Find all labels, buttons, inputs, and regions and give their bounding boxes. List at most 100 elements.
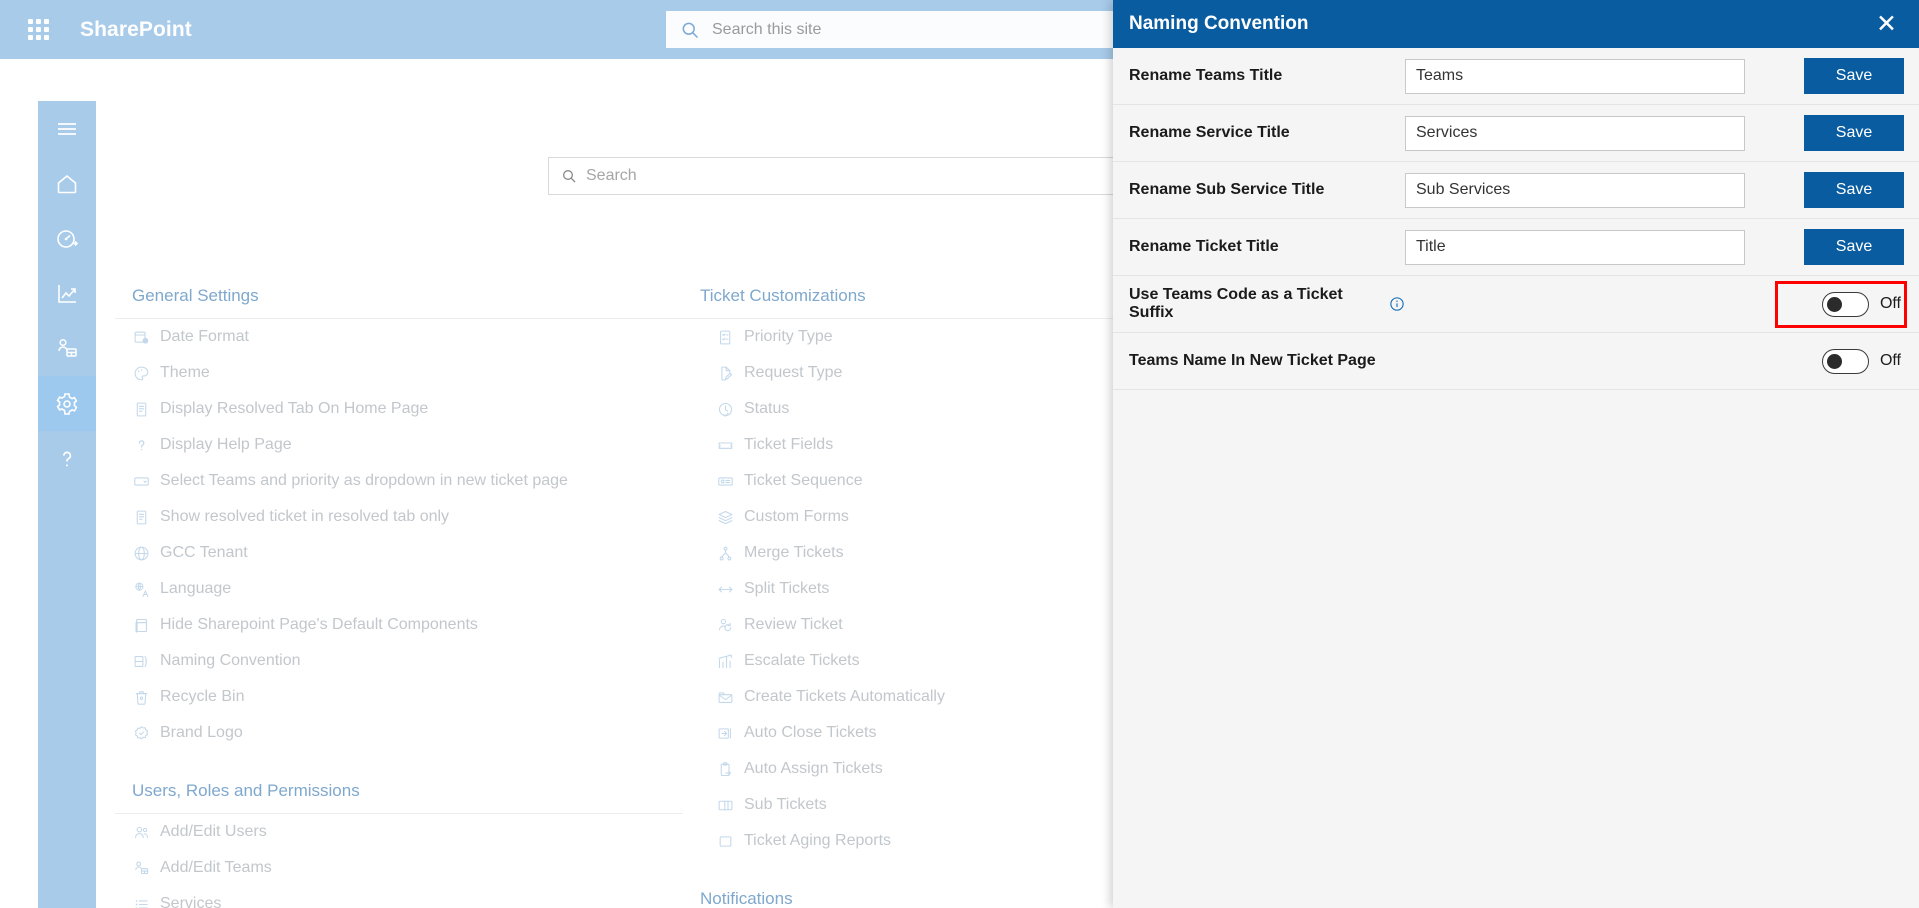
settings-item[interactable]: Auto Assign Tickets — [683, 751, 1153, 787]
settings-item-label: Request Type — [744, 364, 843, 381]
settings-item[interactable]: Create Tickets Automatically — [683, 679, 1153, 715]
settings-item[interactable]: Date Format — [115, 319, 683, 355]
panel-row-input[interactable] — [1405, 115, 1745, 151]
panel-row-label: Rename Sub Service Title — [1129, 181, 1405, 199]
panel-row-toggle-wrap: Off — [1821, 348, 1901, 374]
settings-item[interactable]: Naming Convention — [115, 643, 683, 679]
panel-row-input[interactable] — [1405, 58, 1745, 94]
panel-header: Naming Convention ✕ — [1113, 0, 1919, 48]
settings-item[interactable]: Sub Tickets — [683, 787, 1153, 823]
sidebar-item-dashboard[interactable] — [38, 211, 96, 266]
search-icon — [563, 170, 576, 183]
save-button[interactable]: Save — [1804, 229, 1904, 265]
toggle-knob — [1826, 353, 1842, 369]
dropdown-box-icon — [132, 472, 151, 491]
settings-item[interactable]: Auto Close Tickets — [683, 715, 1153, 751]
settings-item[interactable]: Display Resolved Tab On Home Page — [115, 391, 683, 427]
sharepoint-brand[interactable]: SharePoint — [80, 18, 192, 42]
mail-folder-icon — [716, 688, 735, 707]
settings-item-label: Split Tickets — [744, 580, 830, 597]
settings-item[interactable]: Priority Type — [683, 319, 1153, 355]
settings-item[interactable]: Hide Sharepoint Page's Default Component… — [115, 607, 683, 643]
settings-item-label: Status — [744, 400, 790, 417]
settings-item[interactable]: Select Teams and priority as dropdown in… — [115, 463, 683, 499]
panel-row-input[interactable] — [1405, 172, 1745, 208]
panel-row-label: Rename Service Title — [1129, 124, 1405, 142]
settings-item[interactable]: Ticket Fields — [683, 427, 1153, 463]
panel-row-input[interactable] — [1405, 229, 1745, 265]
settings-item-label: Add/Edit Teams — [160, 859, 272, 876]
sidebar-item-hamburger-menu[interactable] — [38, 101, 96, 156]
settings-item[interactable]: Review Ticket — [683, 607, 1153, 643]
settings-item-label: Select Teams and priority as dropdown in… — [160, 472, 568, 489]
save-button[interactable]: Save — [1804, 172, 1904, 208]
arrow-into-box-icon — [716, 724, 735, 743]
number-sequence-icon — [716, 472, 735, 491]
document-icon — [132, 400, 151, 419]
settings-item-label: Sub Tickets — [744, 796, 827, 813]
sidebar-item-home[interactable] — [38, 156, 96, 211]
settings-item[interactable]: Services — [115, 886, 683, 908]
ticket-icon — [716, 436, 735, 455]
settings-item[interactable]: GCC Tenant — [115, 535, 683, 571]
settings-item[interactable]: Ticket Sequence — [683, 463, 1153, 499]
panel-row-toggle-wrap: Off — [1821, 291, 1901, 317]
close-icon[interactable]: ✕ — [1872, 11, 1901, 37]
save-button[interactable]: Save — [1804, 115, 1904, 151]
line-chart-icon — [58, 284, 76, 303]
panel-row: Rename Service Title Save — [1113, 105, 1919, 162]
settings-group-title: Users, Roles and Permissions — [115, 781, 683, 814]
panel-row: Teams Name In New Ticket Page Off — [1113, 333, 1919, 390]
settings-item[interactable]: Custom Forms — [683, 499, 1153, 535]
settings-item[interactable]: Status — [683, 391, 1153, 427]
people-icon — [132, 823, 151, 842]
settings-item-label: Auto Close Tickets — [744, 724, 877, 741]
settings-item[interactable]: Language — [115, 571, 683, 607]
sidebar-item-teams[interactable] — [38, 321, 96, 376]
settings-item[interactable]: Add/Edit Users — [115, 814, 683, 850]
settings-item[interactable]: Merge Tickets — [683, 535, 1153, 571]
sidebar-item-reports[interactable] — [38, 266, 96, 321]
panel-title: Naming Convention — [1129, 13, 1309, 34]
settings-item-label: Date Format — [160, 328, 249, 345]
panel-row-label: Teams Name In New Ticket Page — [1129, 352, 1405, 370]
settings-item-label: Display Help Page — [160, 436, 292, 453]
panel-row-label-text: Rename Sub Service Title — [1129, 181, 1325, 198]
toggle-switch[interactable] — [1821, 291, 1869, 317]
settings-item[interactable]: Theme — [115, 355, 683, 391]
settings-item-label: Recycle Bin — [160, 688, 245, 705]
app-root: SharePoint Search this site Search Gener… — [0, 0, 1919, 908]
person-review-icon — [716, 616, 735, 635]
sidebar-item-help[interactable] — [38, 431, 96, 486]
settings-item[interactable]: Recycle Bin — [115, 679, 683, 715]
settings-item[interactable]: Split Tickets — [683, 571, 1153, 607]
rename-icon — [132, 652, 151, 671]
people-team-icon — [132, 859, 151, 878]
translate-icon — [132, 580, 151, 599]
info-icon[interactable] — [1389, 296, 1405, 312]
panel-row-label: Rename Teams Title — [1129, 67, 1405, 85]
panel-body: Rename Teams TitleSaveRename Service Tit… — [1113, 48, 1919, 390]
settings-item-label: Display Resolved Tab On Home Page — [160, 400, 429, 417]
badge-icon — [132, 724, 151, 743]
app-launcher-icon[interactable] — [14, 6, 62, 54]
palette-icon — [132, 364, 151, 383]
settings-item[interactable]: Add/Edit Teams — [115, 850, 683, 886]
settings-item[interactable]: Escalate Tickets — [683, 643, 1153, 679]
settings-item-label: Escalate Tickets — [744, 652, 860, 669]
settings-item-label: Hide Sharepoint Page's Default Component… — [160, 616, 478, 633]
settings-item[interactable]: Display Help Page — [115, 427, 683, 463]
left-icon-rail — [38, 101, 96, 908]
square-icon — [716, 832, 735, 851]
settings-item[interactable]: Request Type — [683, 355, 1153, 391]
settings-item[interactable]: Ticket Aging Reports — [683, 823, 1153, 859]
save-button[interactable]: Save — [1804, 58, 1904, 94]
settings-item[interactable]: Show resolved ticket in resolved tab onl… — [115, 499, 683, 535]
toggle-switch[interactable] — [1821, 348, 1869, 374]
settings-item[interactable]: Brand Logo — [115, 715, 683, 751]
sidebar-item-settings[interactable] — [38, 376, 96, 431]
settings-group: NotificationsRequesterAssignee — [683, 889, 1153, 908]
settings-item-label: Theme — [160, 364, 210, 381]
clipboard-arrow-icon — [716, 760, 735, 779]
question-mark-icon — [62, 451, 72, 466]
